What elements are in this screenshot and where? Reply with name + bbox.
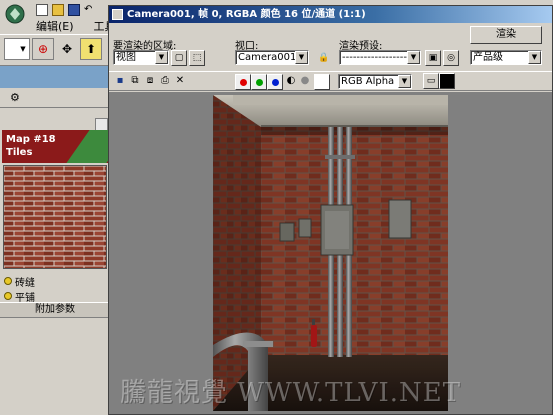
chevron-down-icon: ▼	[398, 75, 411, 88]
blue-channel-toggle[interactable]	[267, 74, 283, 90]
undo-icon[interactable]: ↶	[84, 4, 92, 18]
param-grout[interactable]: 砖缝	[0, 273, 110, 289]
watermark: 騰龍視覺 WWW.TLVI.NET	[120, 378, 462, 408]
map-type: Tiles	[6, 147, 33, 158]
frame-window-icon	[112, 9, 123, 20]
area-to-render-dropdown[interactable]: 视图 ▼	[113, 50, 169, 65]
map-name: Map #18	[6, 134, 56, 145]
new-file-icon[interactable]	[36, 4, 48, 16]
area-value: 视图	[116, 52, 136, 63]
chevron-down-icon: ▼	[295, 51, 308, 64]
edit-region-icon[interactable]: ▢	[171, 50, 187, 66]
auto-region-icon[interactable]: ⬚	[189, 50, 205, 66]
frame-window-controls: 要渲染的区域: 视图 ▼ ▢ ⬚ 视口: Camera001 ▼ 🔒 渲染预设:…	[109, 23, 552, 71]
chevron-down-icon: ▼	[155, 51, 168, 64]
alpha-channel-icon[interactable]: ◐	[284, 74, 298, 88]
select-and-link-icon[interactable]: ⊕	[32, 38, 54, 60]
channel-value: RGB Alpha	[341, 76, 395, 87]
frame-window-title: Camera001, 帧 0, RGBA 颜色 16 位/通道 (1:1)	[109, 6, 552, 23]
chevron-down-icon: ▼	[528, 51, 541, 64]
save-icon[interactable]	[68, 4, 80, 16]
selection-filter-dropdown[interactable]: ▼	[4, 38, 30, 60]
green-dot-icon	[256, 79, 263, 86]
environment-effects-icon[interactable]: ◎	[443, 50, 459, 66]
material-tab-icon[interactable]: ⚙	[10, 91, 20, 104]
print-icon[interactable]: ⎙	[158, 74, 172, 88]
color-swatch[interactable]	[314, 74, 330, 90]
move-icon[interactable]: ✥	[56, 38, 78, 60]
map-header: Map #18 Tiles	[2, 130, 108, 163]
param-grout-label: 砖缝	[15, 277, 35, 289]
preset-value: --------------------	[342, 52, 415, 63]
channel-display-dropdown[interactable]: RGB Alpha ▼	[338, 74, 412, 89]
black-background-icon[interactable]	[439, 73, 455, 89]
chevron-down-icon: ▼	[20, 45, 26, 53]
render-preset-dropdown[interactable]: -------------------- ▼	[339, 50, 421, 65]
red-channel-toggle[interactable]	[235, 74, 251, 90]
command-panel-tabs: ⚙	[0, 88, 110, 108]
copy-image-icon[interactable]: ⧉	[128, 74, 142, 88]
menu-edit[interactable]: 编辑(E)	[36, 18, 74, 34]
blue-dot-icon	[272, 79, 279, 86]
red-dot-icon	[240, 79, 247, 86]
render-setup-icon[interactable]: ▣	[425, 50, 441, 66]
viewport-strip	[0, 66, 110, 88]
rendered-frame-window: Camera001, 帧 0, RGBA 颜色 16 位/通道 (1:1) 要渲…	[108, 5, 553, 415]
select-object-icon[interactable]: ⬆	[80, 38, 102, 60]
save-image-icon[interactable]: ▪	[113, 74, 127, 88]
viewport-dropdown[interactable]: Camera001 ▼	[235, 50, 309, 65]
display-toggle-icon[interactable]: ▭	[423, 73, 439, 89]
clear-icon[interactable]: ✕	[173, 74, 187, 88]
frame-window-toolbar: ▪ ⧉ ⧈ ⎙ ✕ ◐ ● RGB Alpha ▼ ▭	[109, 71, 552, 91]
command-panel-body	[0, 318, 110, 415]
chevron-down-icon: ▼	[407, 51, 420, 64]
viewport-value: Camera001	[238, 52, 297, 63]
quick-access-toolbar: ↶	[36, 4, 106, 18]
quality-value: 产品级	[473, 52, 503, 63]
render-quality-dropdown[interactable]: 产品级 ▼	[470, 50, 542, 65]
main-toolbar: ▼ ⊕ ✥ ⬆	[0, 34, 110, 66]
rendered-image	[213, 95, 448, 411]
green-channel-toggle[interactable]	[251, 74, 267, 90]
mono-icon[interactable]: ●	[298, 74, 312, 88]
param-bullet-icon	[4, 277, 12, 285]
open-folder-icon[interactable]	[52, 4, 64, 16]
render-canvas[interactable]	[109, 92, 552, 414]
lock-icon[interactable]: 🔒	[316, 50, 332, 66]
param-bullet-icon	[4, 292, 12, 300]
clone-window-icon[interactable]: ⧈	[143, 74, 157, 88]
rollout-extra-params[interactable]: 附加参数	[0, 302, 110, 318]
tiles-map-preview[interactable]	[3, 165, 107, 269]
max-logo-icon[interactable]	[2, 2, 32, 26]
render-button[interactable]: 渲染	[470, 26, 542, 44]
